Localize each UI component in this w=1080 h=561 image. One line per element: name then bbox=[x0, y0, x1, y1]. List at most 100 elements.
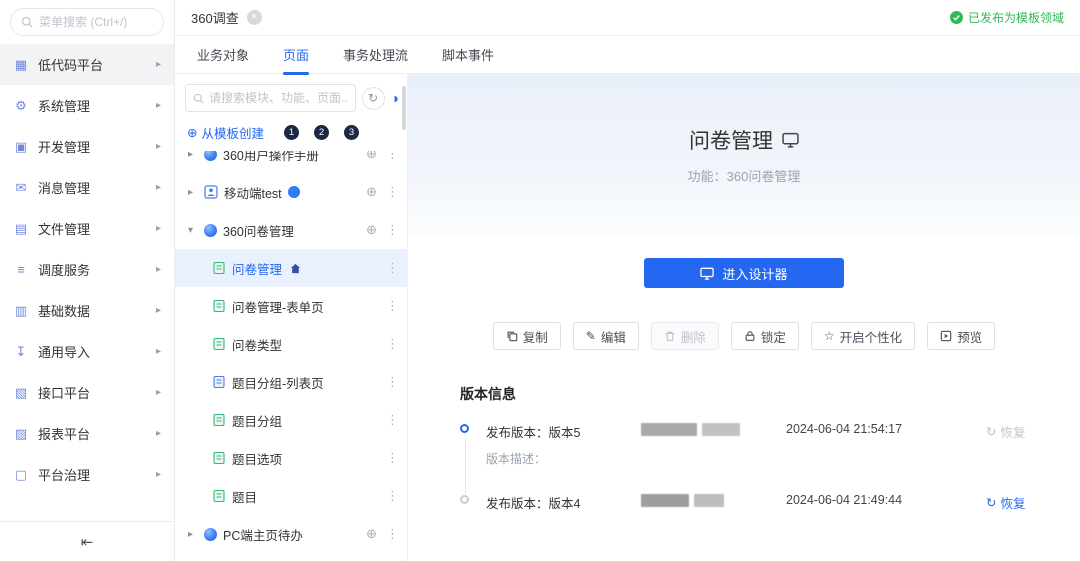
add-page-icon[interactable]: ⊕ bbox=[366, 184, 377, 200]
caret-down-icon[interactable]: ▾ bbox=[188, 225, 198, 236]
workspace-tab-label: 360调查 bbox=[191, 8, 239, 27]
menu-search-box[interactable] bbox=[10, 8, 164, 36]
chevron-right-icon: ▸ bbox=[156, 182, 161, 193]
tree-scrollbar[interactable] bbox=[402, 86, 406, 130]
sidebar-item-report-platform[interactable]: ▨ 报表平台 ▸ bbox=[0, 413, 174, 454]
sidebar-item-file-mgmt[interactable]: ▤ 文件管理 ▸ bbox=[0, 208, 174, 249]
message-mgmt-icon: ✉ bbox=[13, 180, 29, 196]
page-doc-icon bbox=[212, 413, 226, 427]
tree-item-survey-module[interactable]: ▾ 360问卷管理 ⊕ ⋮ bbox=[175, 211, 407, 249]
low-code-platform-icon: ▦ bbox=[13, 57, 29, 73]
delete-button[interactable]: 删除 bbox=[651, 322, 719, 350]
tree-search-row: ↻ ◑ bbox=[175, 84, 407, 112]
enter-designer-label: 进入设计器 bbox=[722, 264, 787, 283]
system-mgmt-icon: ⚙ bbox=[13, 98, 29, 114]
sidebar-item-general-import[interactable]: ↧ 通用导入 ▸ bbox=[0, 331, 174, 372]
page-tree: ▸ 360用户操作手册 ⊕ ⋮ ▸ 移动端test bbox=[175, 151, 407, 561]
caret-right-icon[interactable]: ▸ bbox=[188, 151, 198, 160]
plus-circle-icon: ⊕ bbox=[187, 125, 197, 140]
tree-item-pc-home-todo[interactable]: ▸ PC端主页待办 ⊕ ⋮ bbox=[175, 515, 407, 553]
more-actions-icon[interactable]: ⋮ bbox=[386, 336, 399, 352]
add-page-icon[interactable]: ⊕ bbox=[366, 526, 377, 542]
workspace-tab[interactable]: 360调查 × bbox=[191, 8, 262, 27]
more-actions-icon[interactable]: ⋮ bbox=[386, 222, 399, 238]
sidebar-item-schedule-service[interactable]: ≡ 调度服务 ▸ bbox=[0, 249, 174, 290]
sidebar-item-platform-governance[interactable]: ▢ 平台治理 ▸ bbox=[0, 454, 174, 495]
tree-search-box[interactable] bbox=[185, 84, 356, 112]
tree-item-mobile-test[interactable]: ▸ 移动端test ⊕ ⋮ bbox=[175, 173, 407, 211]
add-page-icon[interactable]: ⊕ bbox=[366, 151, 377, 162]
chevron-right-icon: ▸ bbox=[156, 100, 161, 111]
sidebar-item-message-mgmt[interactable]: ✉ 消息管理 ▸ bbox=[0, 167, 174, 208]
tab-label: 页面 bbox=[283, 45, 309, 64]
enter-designer-button[interactable]: 进入设计器 bbox=[644, 258, 844, 288]
sidebar-item-api-platform[interactable]: ▧ 接口平台 ▸ bbox=[0, 372, 174, 413]
tree-item-question-group-list[interactable]: 题目分组-列表页 ⋮ bbox=[175, 363, 407, 401]
tree-item-question-group[interactable]: 题目分组 ⋮ bbox=[175, 401, 407, 439]
refresh-button[interactable]: ↻ bbox=[362, 87, 385, 110]
collapse-panel-icon[interactable]: ◑ bbox=[391, 90, 399, 106]
sidebar-item-system-mgmt[interactable]: ⚙ 系统管理 ▸ bbox=[0, 85, 174, 126]
copy-button[interactable]: 复制 bbox=[493, 322, 561, 350]
page-hero: 问卷管理 功能：360问卷管理 bbox=[408, 74, 1080, 236]
create-from-template-button[interactable]: ⊕ 从模板创建 bbox=[187, 123, 264, 142]
sidebar-item-dev-mgmt[interactable]: ▣ 开发管理 ▸ bbox=[0, 126, 174, 167]
caret-right-icon[interactable]: ▸ bbox=[188, 187, 198, 198]
tree-item-user-manual[interactable]: ▸ 360用户操作手册 ⊕ ⋮ bbox=[175, 151, 407, 173]
sidebar-item-label: 基础数据 bbox=[38, 301, 90, 320]
tab-page[interactable]: 页面 bbox=[283, 36, 309, 74]
tree-item-survey-mgmt[interactable]: 问卷管理 ⋮ bbox=[175, 249, 407, 287]
edit-button[interactable]: ✎ 编辑 bbox=[573, 322, 639, 350]
tree-item-survey-type[interactable]: 问卷类型 ⋮ bbox=[175, 325, 407, 363]
sidebar-item-low-code-platform[interactable]: ▦ 低代码平台 ▸ bbox=[0, 44, 174, 85]
refresh-icon: ↻ bbox=[368, 91, 378, 105]
tree-item-question[interactable]: 题目 ⋮ bbox=[175, 477, 407, 515]
step-badge-2[interactable]: 2 bbox=[314, 125, 329, 140]
more-actions-icon[interactable]: ⋮ bbox=[386, 260, 399, 276]
more-actions-icon[interactable]: ⋮ bbox=[386, 526, 399, 542]
close-icon[interactable]: × bbox=[247, 10, 262, 25]
more-actions-icon[interactable]: ⋮ bbox=[386, 412, 399, 428]
tree-item-label: 题目 bbox=[232, 487, 257, 506]
enable-personalization-button[interactable]: ☆ 开启个性化 bbox=[811, 322, 915, 350]
redacted-text bbox=[694, 494, 724, 507]
tab-script-event[interactable]: 脚本事件 bbox=[442, 36, 494, 74]
lock-button[interactable]: 锁定 bbox=[731, 322, 799, 350]
more-actions-icon[interactable]: ⋮ bbox=[386, 151, 399, 162]
tree-item-label: 移动端test bbox=[224, 183, 282, 202]
tab-label: 脚本事件 bbox=[442, 45, 494, 64]
more-actions-icon[interactable]: ⋮ bbox=[386, 374, 399, 390]
tree-item-question-option[interactable]: 题目选项 ⋮ bbox=[175, 439, 407, 477]
preview-button[interactable]: 预览 bbox=[927, 322, 995, 350]
restore-button[interactable]: ↻ 恢复 bbox=[986, 493, 1080, 512]
home-icon bbox=[290, 263, 301, 274]
collapse-icon: ⇤ bbox=[81, 533, 94, 551]
sidebar-collapse-button[interactable]: ⇤ bbox=[0, 521, 174, 561]
caret-right-icon[interactable]: ▸ bbox=[188, 529, 198, 540]
version-timestamp: 2024-06-04 21:54:17 bbox=[786, 422, 986, 436]
tree-item-survey-form-page[interactable]: 问卷管理-表单页 ⋮ bbox=[175, 287, 407, 325]
more-actions-icon[interactable]: ⋮ bbox=[386, 488, 399, 504]
tree-item-label: 360问卷管理 bbox=[223, 221, 294, 240]
sidebar-item-label: 系统管理 bbox=[38, 96, 90, 115]
sidebar-item-base-data[interactable]: ▥ 基础数据 ▸ bbox=[0, 290, 174, 331]
general-import-icon: ↧ bbox=[13, 344, 29, 360]
tree-item-label: 题目选项 bbox=[232, 449, 282, 468]
menu-search-input[interactable] bbox=[39, 15, 153, 29]
app-root: ▦ 低代码平台 ▸ ⚙ 系统管理 ▸ ▣ 开发管理 ▸ ✉ 消息管理 ▸ ▤ 文 bbox=[0, 0, 1080, 561]
more-actions-icon[interactable]: ⋮ bbox=[386, 184, 399, 200]
page-doc-icon bbox=[212, 299, 226, 313]
step-badge-3[interactable]: 3 bbox=[344, 125, 359, 140]
api-platform-icon: ▧ bbox=[13, 385, 29, 401]
tab-transaction-flow[interactable]: 事务处理流 bbox=[343, 36, 408, 74]
add-page-icon[interactable]: ⊕ bbox=[366, 222, 377, 238]
tab-label: 事务处理流 bbox=[343, 45, 408, 64]
tree-search-input[interactable] bbox=[209, 91, 348, 105]
tab-business-object[interactable]: 业务对象 bbox=[197, 36, 249, 74]
restore-button[interactable]: ↻ 恢复 bbox=[986, 422, 1080, 441]
step-badge-1[interactable]: 1 bbox=[284, 125, 299, 140]
more-actions-icon[interactable]: ⋮ bbox=[386, 298, 399, 314]
more-actions-icon[interactable]: ⋮ bbox=[386, 450, 399, 466]
trash-icon bbox=[664, 330, 676, 342]
redacted-text bbox=[641, 494, 689, 507]
